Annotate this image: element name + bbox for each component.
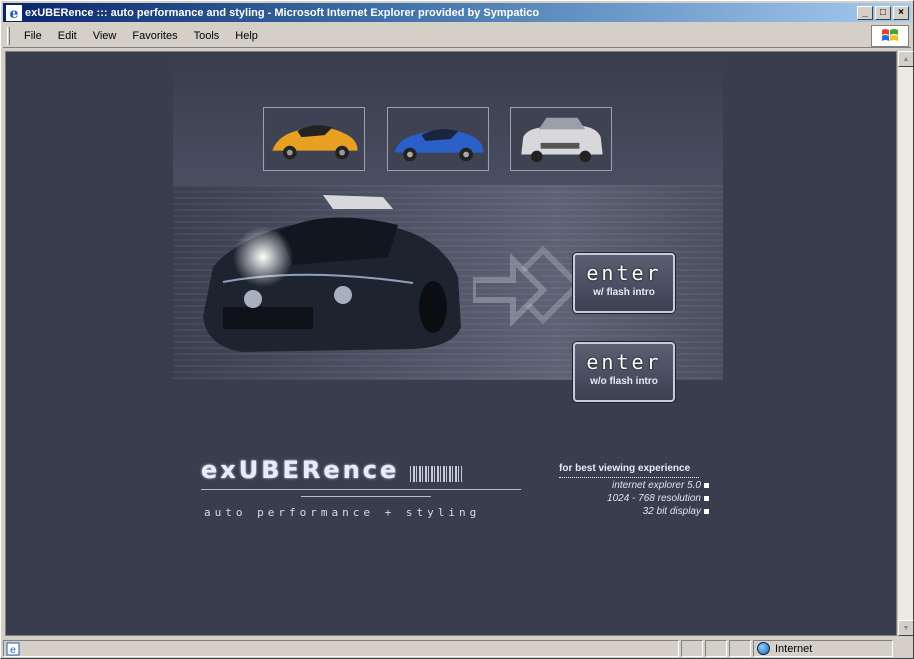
logo-tagline: auto performance + styling: [204, 506, 481, 519]
viewing-heading: for best viewing experience: [559, 463, 699, 478]
thumbnail-white-car[interactable]: [510, 107, 612, 171]
enter-with-flash-button[interactable]: enter w/ flash intro: [573, 253, 675, 313]
viewing-item: internet explorer 5.0: [559, 480, 709, 491]
svg-text:e: e: [10, 645, 16, 656]
viewing-requirements: for best viewing experience internet exp…: [559, 463, 719, 517]
close-icon: ×: [898, 6, 904, 18]
thumbnail-blue-car[interactable]: [387, 107, 489, 171]
scroll-down-button[interactable]: ▼: [898, 620, 914, 636]
windows-flag-icon: [882, 29, 898, 41]
enter-without-flash-button[interactable]: enter w/o flash intro: [573, 342, 675, 402]
browser-window: e exUBERence ::: auto performance and st…: [0, 0, 914, 659]
logo-divider: [301, 496, 431, 497]
security-zone[interactable]: Internet: [753, 640, 893, 657]
status-cell: [729, 640, 751, 657]
maximize-button[interactable]: □: [875, 5, 891, 20]
vertical-scrollbar[interactable]: ▲ ▼: [897, 51, 914, 636]
bullet-square-icon: [704, 496, 709, 501]
close-button[interactable]: ×: [893, 5, 909, 20]
viewing-item: 32 bit display: [559, 506, 709, 517]
title-bar[interactable]: e exUBERence ::: auto performance and st…: [3, 3, 911, 22]
windows-logo: [871, 25, 909, 47]
status-cell: [681, 640, 703, 657]
minimize-button[interactable]: _: [857, 5, 873, 20]
toolbar-grip[interactable]: [7, 26, 10, 45]
site-logo: exUBERence auto performance + styling: [201, 456, 531, 519]
page-icon: e: [6, 642, 20, 656]
globe-icon: [757, 642, 770, 655]
window-title: exUBERence ::: auto performance and styl…: [25, 6, 540, 19]
thumbnail-orange-car[interactable]: [263, 107, 365, 171]
site-splash: enter w/ flash intro enter w/o flash int…: [173, 57, 723, 402]
menu-view[interactable]: View: [85, 30, 125, 42]
logo-divider: [201, 489, 521, 490]
menu-edit[interactable]: Edit: [50, 30, 85, 42]
barcode-graphic: [409, 465, 462, 482]
bullet-square-icon: [704, 483, 709, 488]
maximize-icon: □: [879, 6, 887, 18]
enter-sublabel: w/o flash intro: [590, 376, 658, 387]
status-bar: e Internet: [3, 639, 911, 658]
blue-car-image: [388, 108, 488, 170]
enter-label: enter: [586, 350, 662, 374]
status-main: e: [3, 640, 679, 657]
viewing-item-text: internet explorer 5.0: [612, 480, 701, 491]
logo-name: exUBERence: [201, 456, 400, 484]
svg-text:e: e: [10, 6, 19, 21]
arrow-graphic: [473, 245, 583, 328]
orange-car-image: [264, 108, 364, 170]
scroll-down-icon: ▼: [902, 624, 910, 632]
bullet-square-icon: [704, 509, 709, 514]
menu-help[interactable]: Help: [227, 30, 266, 42]
white-car-image: [511, 108, 611, 170]
menu-file[interactable]: File: [16, 30, 50, 42]
menu-bar: File Edit View Favorites Tools Help: [3, 24, 911, 48]
menu-tools[interactable]: Tools: [186, 30, 228, 42]
rally-car-image: [203, 195, 461, 352]
enter-label: enter: [586, 261, 662, 285]
minimize-icon: _: [862, 6, 868, 18]
zone-label: Internet: [775, 642, 813, 655]
viewing-item-text: 1024 - 768 resolution: [607, 493, 701, 504]
viewing-item: 1024 - 768 resolution: [559, 493, 709, 504]
scroll-up-icon: ▲: [902, 55, 910, 63]
enter-sublabel: w/ flash intro: [593, 287, 655, 298]
menu-favorites[interactable]: Favorites: [124, 30, 185, 42]
viewing-item-text: 32 bit display: [642, 506, 701, 517]
ie-icon: e: [6, 4, 22, 21]
scroll-up-button[interactable]: ▲: [898, 51, 914, 67]
status-cell: [705, 640, 727, 657]
